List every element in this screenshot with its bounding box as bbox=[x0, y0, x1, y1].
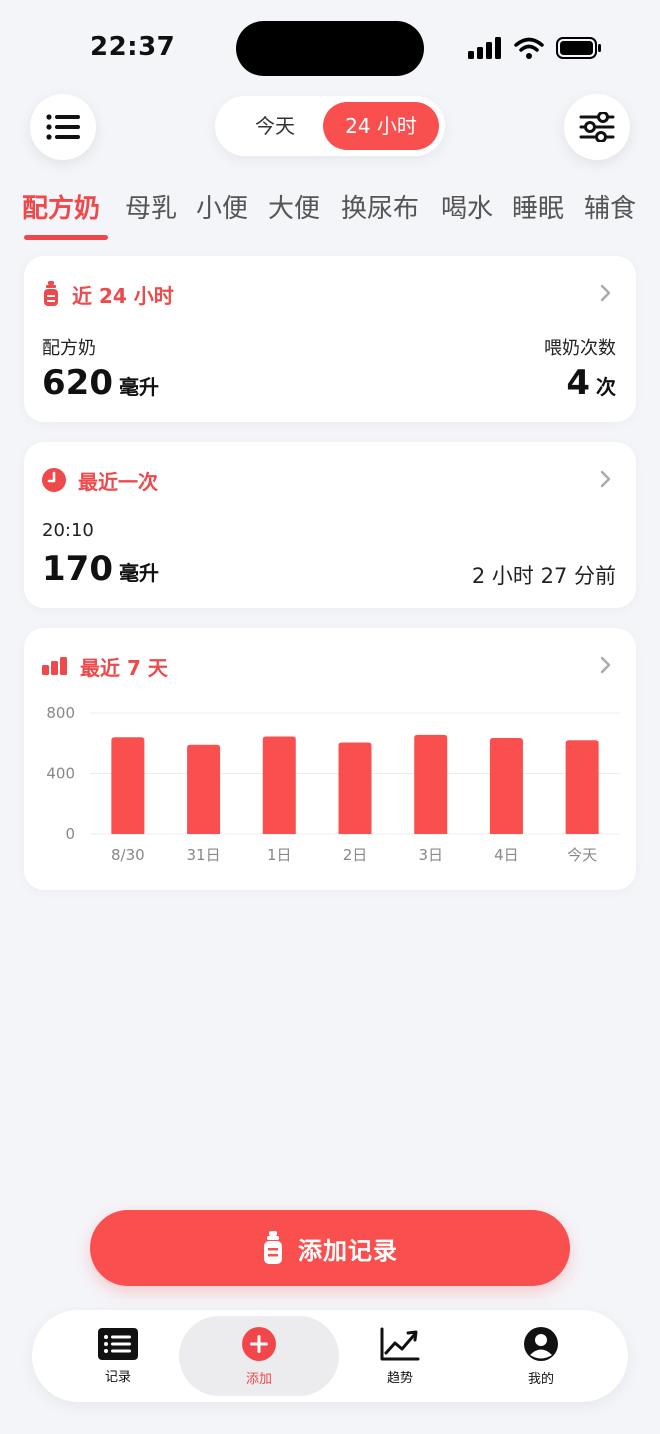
nav-profile-label: 我的 bbox=[527, 1371, 554, 1387]
bottom-tab-bar: 记录 添加 趋势 我的 bbox=[32, 1310, 628, 1402]
tab-sleep[interactable]: 睡眠 bbox=[512, 188, 564, 225]
filter-button[interactable] bbox=[564, 94, 630, 160]
chart-bar bbox=[338, 742, 372, 834]
tab-water[interactable]: 喝水 bbox=[441, 188, 493, 225]
tab-formula[interactable]: 配方奶 bbox=[22, 188, 100, 225]
summary-card-title: 近 24 小时 bbox=[72, 283, 174, 308]
x-tick-label: 3日 bbox=[418, 846, 443, 864]
battery-icon bbox=[556, 37, 601, 59]
nav-trends[interactable]: 趋势 bbox=[320, 1316, 480, 1396]
x-tick-label: 1日 bbox=[267, 846, 292, 864]
wifi-icon bbox=[514, 37, 544, 59]
nav-profile[interactable]: 我的 bbox=[461, 1316, 621, 1396]
add-record-label: 添加记录 bbox=[298, 1236, 398, 1265]
dynamic-island bbox=[236, 21, 424, 76]
y-tick-label: 0 bbox=[65, 825, 75, 843]
x-tick-label: 今天 bbox=[567, 846, 597, 864]
y-tick-label: 400 bbox=[46, 765, 75, 783]
clock-icon bbox=[42, 468, 66, 492]
profile-icon bbox=[524, 1326, 558, 1361]
chart-bar bbox=[262, 736, 296, 834]
x-tick-label: 8/30 bbox=[111, 846, 145, 864]
chart-bar bbox=[565, 740, 599, 834]
menu-button[interactable] bbox=[30, 94, 96, 160]
bottle-icon bbox=[44, 281, 58, 306]
status-time: 22:37 bbox=[90, 32, 176, 62]
list-icon bbox=[98, 1327, 138, 1360]
summary-card-header: 近 24 小时 bbox=[42, 280, 174, 308]
feed-count: 4次 bbox=[566, 366, 616, 400]
tab-poop[interactable]: 大便 bbox=[268, 188, 320, 225]
last-feed-amount-value: 170 bbox=[42, 549, 113, 589]
formula-total-unit: 毫升 bbox=[118, 375, 159, 399]
weekly-bar-chart: 0 400 800 8/30 31日 1日 2日 3日 4日 今天 bbox=[46, 704, 620, 864]
bottle-icon bbox=[264, 1231, 282, 1264]
nav-records[interactable]: 记录 bbox=[38, 1316, 198, 1396]
segment-today[interactable]: 今天 bbox=[225, 102, 325, 150]
last-feed-amount-unit: 毫升 bbox=[118, 561, 159, 585]
nav-records-label: 记录 bbox=[104, 1369, 131, 1385]
segment-24-hours[interactable]: 24 小时 bbox=[323, 102, 439, 150]
list-menu-icon bbox=[46, 114, 80, 140]
x-tick-label: 4日 bbox=[494, 846, 519, 864]
last-feed-card[interactable]: 最近一次 20:10 170 毫升 2 小时 27 分前 bbox=[24, 442, 636, 608]
status-bar: 22:37 bbox=[0, 0, 660, 96]
last-feed-time: 20:10 bbox=[42, 520, 94, 541]
tab-breast-milk[interactable]: 母乳 bbox=[125, 188, 177, 225]
chart-bar bbox=[111, 737, 145, 834]
time-range-toggle: 今天 24 小时 bbox=[215, 96, 445, 156]
chart-bar bbox=[187, 744, 221, 834]
add-record-button[interactable]: 添加记录 bbox=[90, 1210, 570, 1286]
feed-count-value: 4 bbox=[566, 363, 590, 403]
chart-bar bbox=[489, 737, 523, 834]
weekly-chart-card[interactable]: 最近 7 天 0 400 800 8/30 31日 1日 2日 3日 4日 今天 bbox=[24, 628, 636, 890]
tab-diaper[interactable]: 换尿布 bbox=[341, 188, 419, 225]
signal-icon bbox=[468, 37, 501, 59]
summary-24h-card[interactable]: 近 24 小时 配方奶 620 毫升 喂奶次数 4次 bbox=[24, 256, 636, 422]
tab-solid-food[interactable]: 辅食 bbox=[584, 188, 636, 225]
feed-count-unit: 次 bbox=[596, 375, 616, 399]
nav-trends-label: 趋势 bbox=[386, 1370, 413, 1386]
sliders-icon bbox=[579, 112, 615, 142]
x-tick-label: 2日 bbox=[343, 846, 368, 864]
formula-total-value: 620 bbox=[42, 363, 113, 403]
chevron-right-icon bbox=[600, 470, 611, 488]
last-feed-amount: 170 毫升 bbox=[42, 552, 159, 586]
formula-label: 配方奶 bbox=[42, 338, 96, 359]
plus-circle-icon bbox=[242, 1326, 276, 1361]
y-tick-label: 800 bbox=[46, 704, 75, 722]
nav-add-label: 添加 bbox=[245, 1371, 272, 1387]
tab-pee[interactable]: 小便 bbox=[196, 188, 248, 225]
nav-add[interactable]: 添加 bbox=[179, 1316, 339, 1396]
active-tab-indicator bbox=[24, 235, 108, 240]
last-feed-title: 最近一次 bbox=[78, 469, 158, 494]
last-feed-relative-time: 2 小时 27 分前 bbox=[471, 564, 616, 588]
status-icons bbox=[468, 36, 602, 60]
chart-bar bbox=[414, 734, 448, 834]
x-tick-label: 31日 bbox=[187, 846, 221, 864]
feed-count-label: 喂奶次数 bbox=[544, 338, 616, 359]
trend-icon bbox=[380, 1327, 420, 1360]
chevron-right-icon bbox=[600, 284, 611, 302]
formula-total: 620 毫升 bbox=[42, 366, 159, 400]
last-feed-header: 最近一次 bbox=[42, 466, 158, 494]
